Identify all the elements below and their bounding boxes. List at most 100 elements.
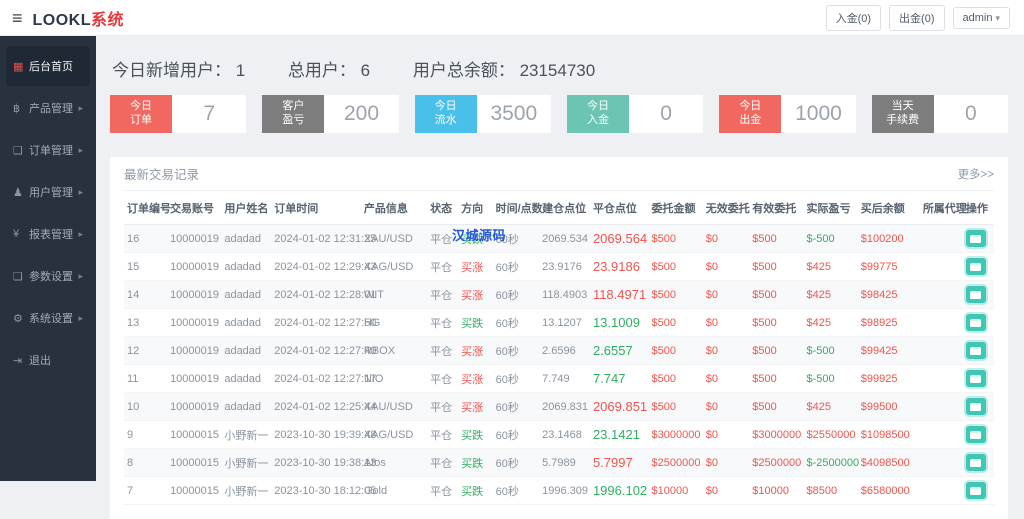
more-link[interactable]: 更多>>	[958, 166, 994, 182]
sidebar-item-params[interactable]: ❏ 参数设置 ▸	[6, 256, 90, 296]
cell-direction: 买跌	[458, 309, 492, 337]
chevron-right-icon: ▸	[78, 271, 83, 282]
deposit-button[interactable]: 入金(0)	[826, 5, 881, 31]
cell-time: 2024-01-02 12:27:40	[271, 337, 361, 365]
cell-profit: $425	[804, 281, 858, 309]
cell-invalid: $0	[703, 253, 750, 281]
sidebar-item-icon: ¥	[13, 228, 29, 240]
table-row: 1310000019adadad2024-01-02 12:27:50HG平仓买…	[124, 309, 994, 337]
sidebar-menu: ▦ 后台首页 ฿ 产品管理 ▸ ❏ 订单管理 ▸ ♟ 用户管理 ▸ ¥ 报表管理…	[0, 36, 96, 380]
cell-product: WIT	[361, 281, 427, 309]
order-detail-button[interactable]	[966, 370, 986, 387]
sidebar-item-icon: ❏	[13, 270, 29, 283]
cell-invalid: $0	[703, 421, 750, 449]
cell-time: 2024-01-02 12:31:25	[271, 225, 361, 253]
stat-card-label[interactable]: 当天 手续费	[872, 95, 934, 133]
stat-card: 今日 流水 3500	[415, 95, 551, 133]
cell-balance: $1098500	[858, 421, 920, 449]
cell-product: XAU/USD	[361, 225, 427, 253]
sidebar-item-dashboard[interactable]: ▦ 后台首页	[6, 46, 90, 86]
topbar-actions: 入金(0) 出金(0) admin▾	[826, 5, 1024, 31]
cell-time: 2024-01-02 12:28:01	[271, 281, 361, 309]
cell-agent	[920, 309, 963, 337]
sidebar-item-reports[interactable]: ¥ 报表管理 ▸	[6, 214, 90, 254]
cell-account: 10000019	[167, 253, 221, 281]
cell-actions	[963, 337, 994, 365]
order-detail-button[interactable]	[966, 258, 986, 275]
stat-card-label[interactable]: 今日 流水	[415, 95, 477, 133]
sidebar-item-products[interactable]: ฿ 产品管理 ▸	[6, 88, 90, 128]
cell-open: 13.1207	[539, 309, 590, 337]
cell-status: 平仓	[427, 421, 458, 449]
cell-profit: $425	[804, 253, 858, 281]
menu-toggle-icon[interactable]: ≡	[12, 9, 23, 27]
trades-table: 订单编号交易账号用户姓名订单时间产品信息状态方向时间/点数建仓点位平仓点位委托金…	[124, 191, 994, 505]
withdraw-button[interactable]: 出金(0)	[889, 5, 944, 31]
cell-product: NIO	[361, 365, 427, 393]
cell-direction: 买跌	[458, 421, 492, 449]
stat-card-label[interactable]: 今日 订单	[110, 95, 172, 133]
cell-balance: $99500	[858, 393, 920, 421]
order-detail-button[interactable]	[966, 230, 986, 247]
user-menu-label: admin	[963, 12, 993, 24]
table-row: 1610000019adadad2024-01-02 12:31:25XAU/U…	[124, 225, 994, 253]
stat-card-label[interactable]: 客户 盈亏	[262, 95, 324, 133]
cell-balance: $99775	[858, 253, 920, 281]
sidebar-item-label: 退出	[29, 352, 83, 368]
chevron-right-icon: ▸	[78, 103, 83, 114]
order-detail-button[interactable]	[966, 426, 986, 443]
stat-card-label[interactable]: 今日 出金	[719, 95, 781, 133]
cell-amount: $500	[649, 393, 703, 421]
cell-time: 2023-10-30 19:39:48	[271, 421, 361, 449]
sidebar-item-orders[interactable]: ❏ 订单管理 ▸	[6, 130, 90, 170]
cell-name: 小野新一	[221, 449, 271, 477]
stat-total-users: 总用户： 6	[288, 61, 370, 80]
order-detail-button[interactable]	[966, 286, 986, 303]
cell-amount: $3000000	[649, 421, 703, 449]
cell-close: 23.9186	[590, 253, 649, 281]
cell-duration: 60秒	[493, 449, 540, 477]
stat-card-label[interactable]: 今日 入金	[567, 95, 629, 133]
cell-duration: 60秒	[493, 337, 540, 365]
column-header: 实际盈亏	[804, 191, 858, 225]
stat-new-users: 今日新增用户： 1	[112, 61, 245, 80]
sidebar-item-label: 订单管理	[29, 142, 78, 158]
stat-cards: 今日 订单 7 客户 盈亏 200 今日 流水 3500 今日 入金 0 今日 …	[110, 95, 1008, 133]
cell-name: adadad	[221, 365, 271, 393]
stat-card: 今日 订单 7	[110, 95, 246, 133]
stat-card: 客户 盈亏 200	[262, 95, 398, 133]
order-detail-button[interactable]	[966, 454, 986, 471]
cell-account: 10000019	[167, 365, 221, 393]
cell-valid: $2500000	[749, 449, 803, 477]
detail-card-icon	[970, 347, 981, 355]
cell-agent	[920, 253, 963, 281]
order-detail-button[interactable]	[966, 482, 986, 499]
cell-profit: $-500	[804, 225, 858, 253]
column-header: 交易账号	[167, 191, 221, 225]
cell-product: RBOX	[361, 337, 427, 365]
user-menu-button[interactable]: admin▾	[953, 7, 1011, 29]
order-detail-button[interactable]	[966, 314, 986, 331]
column-header: 订单编号	[124, 191, 167, 225]
watermark-text: 汉城源码	[452, 225, 506, 244]
order-detail-button[interactable]	[966, 342, 986, 359]
sidebar-item-system[interactable]: ⚙ 系统设置 ▸	[6, 298, 90, 338]
sidebar-item-label: 报表管理	[29, 226, 78, 242]
sidebar-item-label: 系统设置	[29, 310, 78, 326]
cell-actions	[963, 253, 994, 281]
cell-name: adadad	[221, 281, 271, 309]
order-detail-button[interactable]	[966, 398, 986, 415]
chevron-right-icon: ▸	[78, 145, 83, 156]
cell-account: 10000015	[167, 449, 221, 477]
table-header-row: 订单编号交易账号用户姓名订单时间产品信息状态方向时间/点数建仓点位平仓点位委托金…	[124, 191, 994, 225]
cell-invalid: $0	[703, 309, 750, 337]
cell-valid: $500	[749, 309, 803, 337]
cell-actions	[963, 365, 994, 393]
sidebar-item-logout[interactable]: ⇥ 退出	[6, 340, 90, 380]
cell-invalid: $0	[703, 337, 750, 365]
sidebar-item-label: 参数设置	[29, 268, 78, 284]
sidebar-item-users[interactable]: ♟ 用户管理 ▸	[6, 172, 90, 212]
cell-id: 16	[124, 225, 167, 253]
detail-card-icon	[970, 487, 981, 495]
sidebar: ▦ 后台首页 ฿ 产品管理 ▸ ❏ 订单管理 ▸ ♟ 用户管理 ▸ ¥ 报表管理…	[0, 36, 96, 481]
